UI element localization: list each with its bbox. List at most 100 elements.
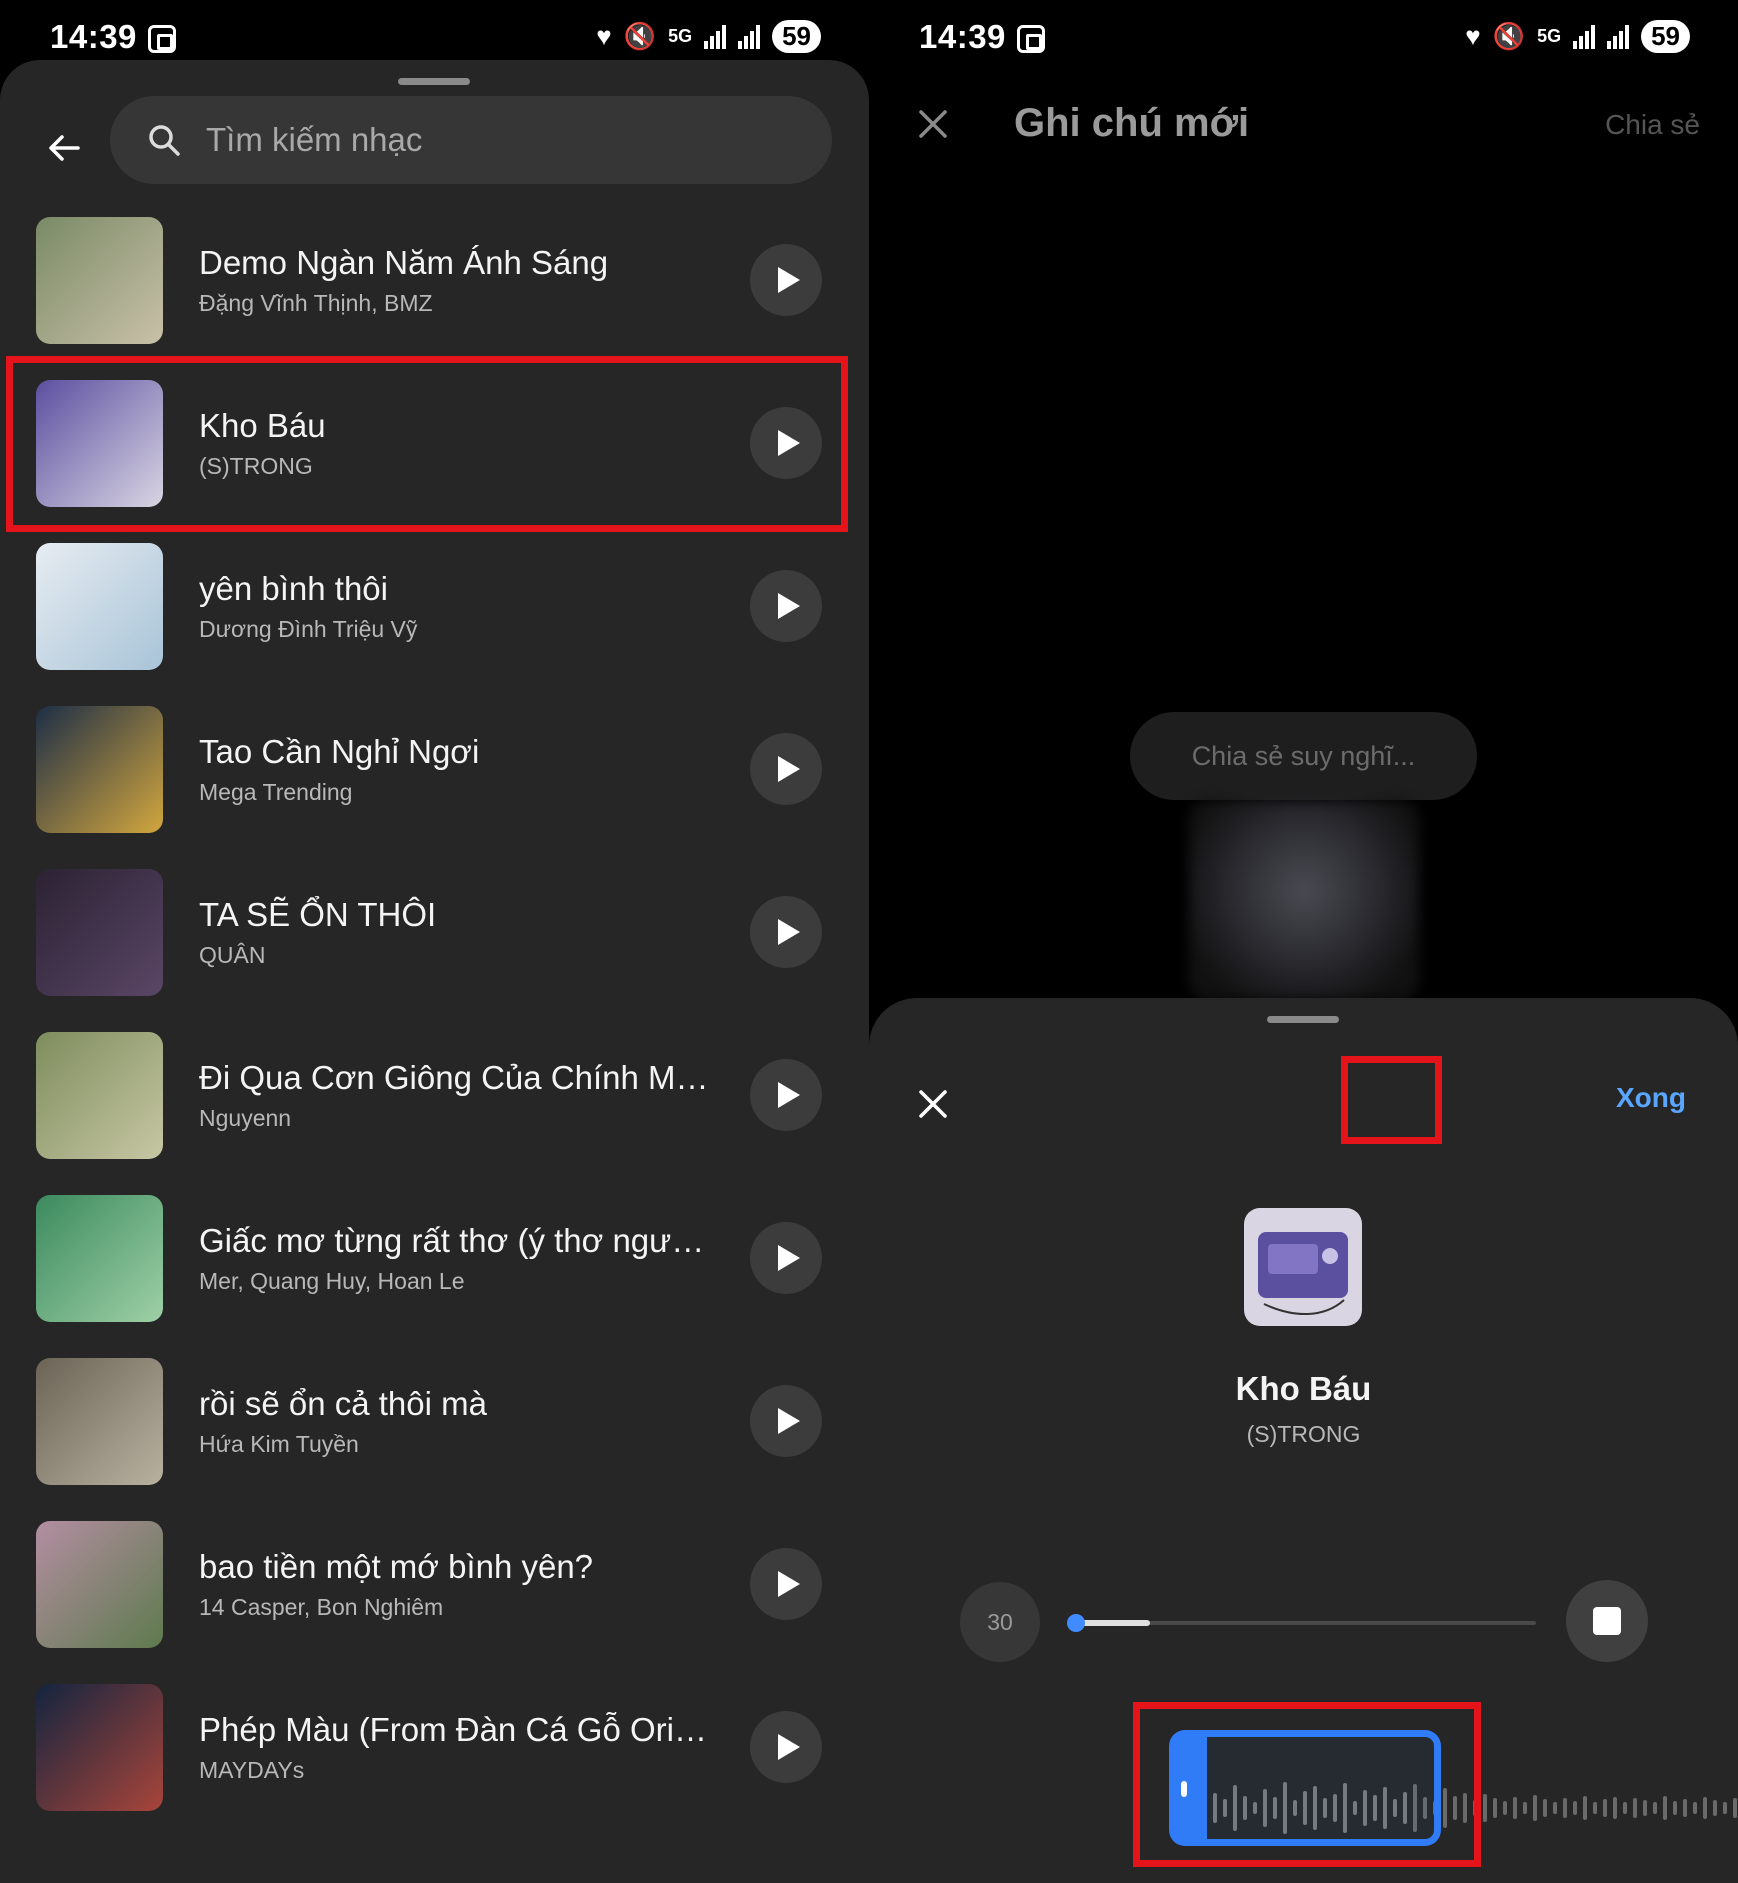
song-title: Kho Báu [199,407,326,444]
song-title: Đi Qua Cơn Giông Của Chính Mình [199,1059,709,1096]
play-icon[interactable] [750,733,822,805]
song-title: Demo Ngàn Năm Ánh Sáng [199,244,609,281]
song-artist: QUÂN [199,942,266,968]
song-row[interactable]: Demo Ngàn Năm Ánh Sáng Đặng Vĩnh Thịnh, B… [0,210,869,373]
waveform-bar [1633,1798,1637,1818]
search-input[interactable] [206,114,766,166]
waveform-bar [1593,1802,1597,1814]
play-icon[interactable] [750,896,822,968]
song-row[interactable]: Giấc mơ từng rất thơ (ý thơ ngườ... Mer, … [0,1188,869,1351]
waveform-bar [1623,1802,1627,1814]
done-button[interactable]: Xong [1616,1082,1686,1114]
status-icons: ♥ 🔇 5G 59 [1465,20,1690,53]
waveform-bar [1603,1799,1607,1817]
screenshot-icon [1017,25,1045,53]
song-row[interactable]: Kho Báu (S)TRONG [0,373,869,536]
waveform-bar [1643,1800,1647,1816]
song-cover [36,380,163,507]
song-artist: Đặng Vĩnh Thịnh, BMZ [199,290,433,316]
song-title: Phép Màu (From Đàn Cá Gỗ Orig... [199,1711,709,1748]
share-button[interactable]: Chia sẻ [1605,109,1700,141]
song-row[interactable]: yên bình thôi Dương Đình Triệu Vỹ [0,536,869,699]
mute-icon: 🔇 [623,21,657,51]
close-icon[interactable] [913,1084,953,1124]
song-title: bao tiền một mớ bình yên? [199,1548,594,1585]
waveform-bar [1493,1798,1497,1818]
song-title: Giấc mơ từng rất thơ (ý thơ ngườ... [199,1222,709,1259]
song-row[interactable]: Phép Màu (From Đàn Cá Gỗ Orig... MAYDAYs [0,1677,869,1840]
screenshot-icon [148,25,176,53]
song-cover [36,1521,163,1648]
waveform-bar [1543,1799,1547,1817]
selected-song-cover [1244,1208,1362,1326]
status-icons: ♥ 🔇 5G 59 [596,20,821,53]
duration-button[interactable]: 30 [960,1582,1040,1662]
song-artist: MAYDAYs [199,1757,305,1783]
selected-song-title: Kho Báu [1235,1370,1372,1407]
waveform-bar [1463,1793,1467,1823]
waveform-bar [1523,1802,1527,1814]
playback-progress[interactable] [1067,1614,1536,1632]
stop-button[interactable] [1566,1580,1648,1662]
back-arrow-icon[interactable] [44,128,84,168]
song-row[interactable]: bao tiền một mớ bình yên? 14 Casper, Bon … [0,1514,869,1677]
play-icon[interactable] [750,1385,822,1457]
selected-song-artist: (S)TRONG [1246,1421,1361,1447]
waveform-bar [1653,1802,1657,1814]
song-artist: Mer, Quang Huy, Hoan Le [199,1268,465,1294]
heart-icon: ♥ [1465,21,1481,51]
waveform-bar [1453,1796,1457,1820]
waveform-bar [1573,1801,1577,1815]
song-artist: Nguyenn [199,1105,292,1131]
play-icon[interactable] [750,1711,822,1783]
waveform-bar [1563,1798,1567,1818]
progress-knob[interactable] [1067,1614,1085,1632]
waveform-bar [1473,1800,1477,1816]
waveform-bar [1613,1797,1617,1819]
waveform-bar [1553,1802,1557,1814]
waveform-bar [1703,1797,1707,1819]
play-icon[interactable] [750,1222,822,1294]
waveform-bar [1693,1802,1697,1814]
note-input-bubble[interactable]: Chia sẻ suy nghĩ... [1130,712,1477,800]
close-note-icon[interactable] [913,104,953,144]
waveform-bar [1673,1801,1677,1815]
song-artist: 14 Casper, Bon Nghiêm [199,1594,444,1620]
music-picker-sheet: Demo Ngàn Năm Ánh Sáng Đặng Vĩnh Thịnh, B… [0,60,869,1883]
play-icon[interactable] [750,244,822,316]
play-icon[interactable] [750,570,822,642]
song-row[interactable]: rồi sẽ ổn cả thôi mà Hứa Kim Tuyền [0,1351,869,1514]
play-icon[interactable] [750,1548,822,1620]
sheet-drag-handle[interactable] [1267,1016,1339,1023]
signal-icon-2 [1607,24,1630,49]
song-cover [36,543,163,670]
page-title: Ghi chú mới [1014,101,1250,145]
clip-selector[interactable] [1169,1730,1441,1846]
battery-indicator: 59 [1641,20,1690,53]
play-icon[interactable] [750,407,822,479]
avatar [1189,800,1419,1000]
network-label: 5G [1537,26,1562,46]
song-row[interactable]: Đi Qua Cơn Giông Của Chính Mình Nguyenn [0,1025,869,1188]
music-search-bar[interactable] [110,96,832,184]
song-cover [36,1684,163,1811]
waveform-bar [1533,1795,1537,1821]
progress-fill [1076,1620,1150,1626]
heart-icon: ♥ [596,21,612,51]
status-time: 14:39 [919,18,1006,55]
waveform-bar [1503,1801,1507,1815]
song-row[interactable]: Tao Cần Nghỉ Ngơi Mega Trending [0,699,869,862]
waveform-bar [1513,1797,1517,1819]
song-row[interactable]: TA SẼ ỔN THÔI QUÂN [0,862,869,1025]
waveform-bar [1583,1796,1587,1820]
song-cover [36,1195,163,1322]
mute-icon: 🔇 [1492,21,1526,51]
play-icon[interactable] [750,1059,822,1131]
sheet-drag-handle[interactable] [398,78,470,85]
waveform-bar [1723,1802,1727,1814]
battery-indicator: 59 [772,20,821,53]
waveform-bar [1683,1799,1687,1817]
song-cover [36,706,163,833]
status-bar: 14:39 ♥ 🔇 5G 59 [869,0,1738,78]
song-cover [36,1032,163,1159]
